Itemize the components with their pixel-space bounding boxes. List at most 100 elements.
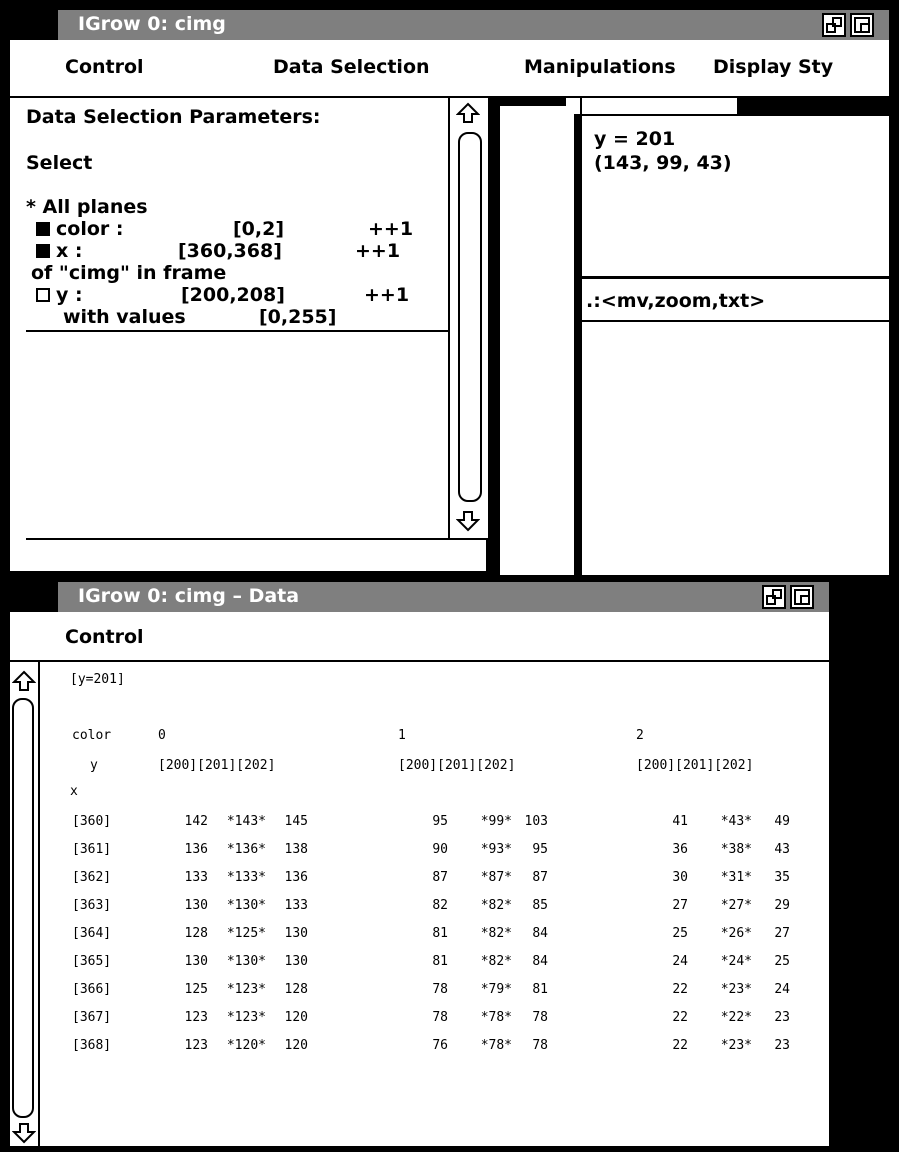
data-scroll-up-arrow-icon[interactable]: [12, 670, 36, 694]
color-label: color :: [56, 218, 124, 240]
main-window: IGrow 0: cimg Control Data Selection Man…: [8, 8, 891, 575]
x-checkbox[interactable]: [36, 244, 50, 258]
data-table: [y=201] color 0 1 2 y [200][201][202] [2…: [40, 662, 829, 1146]
x-label: x :: [56, 240, 83, 262]
menu-manipulations[interactable]: Manipulations: [524, 56, 676, 78]
menu-data-selection[interactable]: Data Selection: [273, 56, 430, 78]
all-planes-option[interactable]: * All planes: [26, 196, 148, 218]
table-cell: 95: [532, 842, 548, 857]
table-cell: 22: [672, 1038, 688, 1053]
data-titlebar[interactable]: IGrow 0: cimg – Data: [10, 582, 829, 612]
main-titlebar[interactable]: IGrow 0: cimg: [10, 10, 889, 40]
row-x-index: [365]: [72, 954, 112, 969]
table-cell: *78*: [480, 1038, 512, 1053]
table-cell: *26*: [720, 926, 752, 941]
scroll-up-arrow-icon[interactable]: [456, 102, 480, 126]
data-resize-button-icon[interactable]: [790, 585, 814, 609]
menu-display-style[interactable]: Display Sty: [713, 56, 833, 78]
table-cell: 41: [672, 814, 688, 829]
table-cell: 90: [432, 842, 448, 857]
row-x-index: [364]: [72, 926, 112, 941]
table-cell: *31*: [720, 870, 752, 885]
table-cell: *143*: [226, 814, 266, 829]
table-cell: *99*: [480, 814, 512, 829]
command-line[interactable]: .:<mv,zoom,txt>: [586, 290, 765, 312]
color-row: color :: [36, 218, 123, 240]
data-scroll-down-arrow-icon[interactable]: [12, 1120, 36, 1144]
table-cell: *87*: [480, 870, 512, 885]
data-scrollbar[interactable]: [10, 662, 40, 1146]
table-cell: *22*: [720, 1010, 752, 1025]
scroll-track[interactable]: [458, 132, 482, 502]
table-cell: *23*: [720, 982, 752, 997]
params-divider: [26, 330, 448, 332]
table-cell: *24*: [720, 954, 752, 969]
color-range[interactable]: [0,2]: [233, 218, 284, 240]
y-step[interactable]: ++1: [364, 284, 409, 306]
scroll-down-arrow-icon[interactable]: [456, 508, 480, 532]
table-cell: 81: [432, 926, 448, 941]
table-cell: 23: [774, 1010, 790, 1025]
y-cols-2: [200][201][202]: [636, 758, 754, 773]
table-cell: *123*: [226, 982, 266, 997]
y-label: y: [90, 758, 98, 773]
row-x-index: [362]: [72, 870, 112, 885]
table-cell: *27*: [720, 898, 752, 913]
table-cell: 95: [432, 814, 448, 829]
table-cell: *78*: [480, 1010, 512, 1025]
table-cell: *93*: [480, 842, 512, 857]
y-row: y :: [36, 284, 83, 306]
table-cell: 43: [774, 842, 790, 857]
table-cell: 22: [672, 982, 688, 997]
data-menu-control[interactable]: Control: [65, 626, 144, 648]
resize-button-icon[interactable]: [850, 13, 874, 37]
table-cell: 87: [532, 870, 548, 885]
color-step[interactable]: ++1: [368, 218, 413, 240]
rgb-value-readout: (143, 99, 43): [594, 152, 732, 174]
y-checkbox[interactable]: [36, 288, 50, 302]
close-box[interactable]: [10, 10, 58, 40]
data-close-box[interactable]: [10, 582, 58, 612]
row-x-index: [363]: [72, 898, 112, 913]
table-cell: *123*: [226, 1010, 266, 1025]
color-checkbox[interactable]: [36, 222, 50, 236]
y-range[interactable]: [200,208]: [181, 284, 285, 306]
table-cell: *136*: [226, 842, 266, 857]
table-cell: 22: [672, 1010, 688, 1025]
params-input-field[interactable]: [26, 540, 488, 571]
table-cell: *82*: [480, 926, 512, 941]
table-cell: 81: [432, 954, 448, 969]
table-cell: 78: [432, 982, 448, 997]
table-cell: *120*: [226, 1038, 266, 1053]
table-cell: 123: [184, 1010, 208, 1025]
middle-pane: [488, 98, 580, 575]
table-cell: 30: [672, 870, 688, 885]
menu-control[interactable]: Control: [65, 56, 144, 78]
table-cell: 84: [532, 954, 548, 969]
table-cell: *79*: [480, 982, 512, 997]
right-pane: y = 201 (143, 99, 43) .:<mv,zoom,txt>: [580, 98, 889, 575]
data-zoom-button-icon[interactable]: [762, 585, 786, 609]
table-cell: 25: [672, 926, 688, 941]
table-cell: 78: [532, 1038, 548, 1053]
zoom-button-icon[interactable]: [822, 13, 846, 37]
data-scroll-track[interactable]: [12, 698, 34, 1118]
y-value-readout: y = 201: [594, 128, 676, 150]
table-cell: 78: [432, 1010, 448, 1025]
table-cell: 125: [184, 982, 208, 997]
table-cell: 138: [284, 842, 308, 857]
table-cell: *133*: [226, 870, 266, 885]
y-cols-1: [200][201][202]: [398, 758, 516, 773]
data-window-title: IGrow 0: cimg – Data: [78, 585, 300, 607]
table-cell: 36: [672, 842, 688, 857]
params-scrollbar[interactable]: [450, 98, 488, 540]
x-row: x :: [36, 240, 82, 262]
x-step[interactable]: ++1: [355, 240, 400, 262]
command-divider: [582, 320, 889, 322]
table-cell: 145: [284, 814, 308, 829]
values-range[interactable]: [0,255]: [259, 306, 336, 328]
table-cell: 84: [532, 926, 548, 941]
info-divider: [582, 276, 889, 279]
table-cell: 49: [774, 814, 790, 829]
x-range[interactable]: [360,368]: [178, 240, 282, 262]
